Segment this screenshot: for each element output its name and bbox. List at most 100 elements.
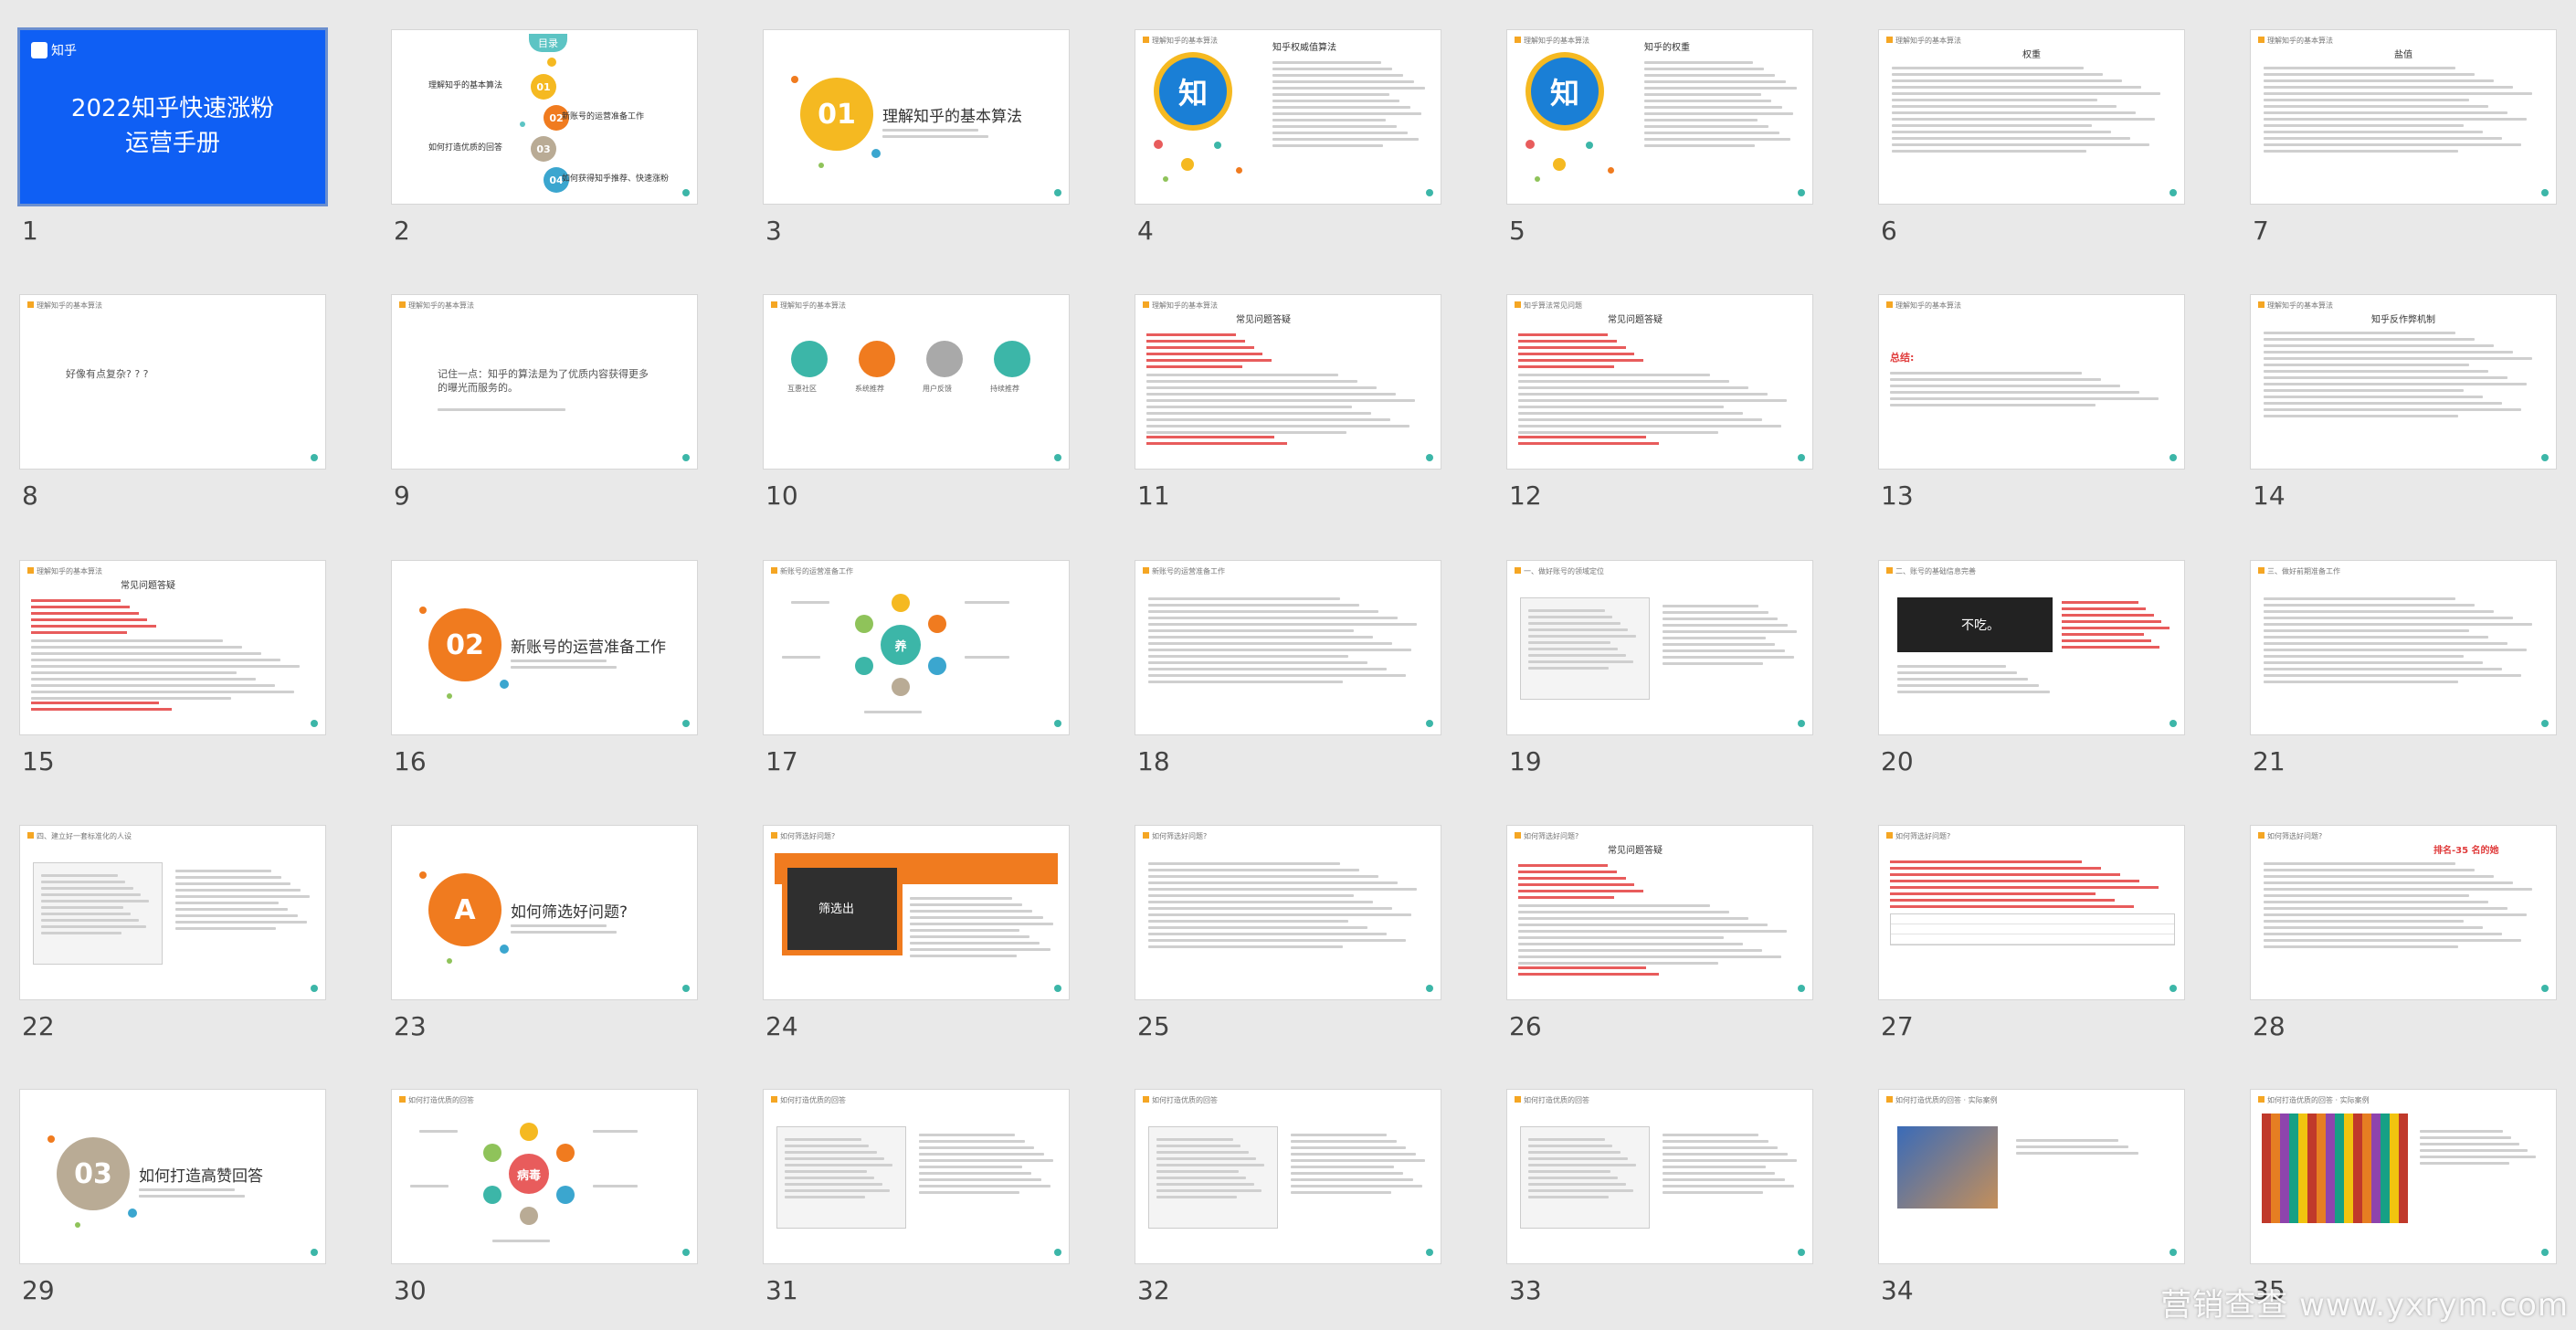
slide-preview[interactable]: 知乎 2022知乎快速涨粉运营手册 [20, 30, 325, 204]
slide-preview[interactable]: 二、账号的基础信息完善 不吃。 [1879, 561, 2184, 734]
slide-header: 如何打造优质的回答 [1143, 1095, 1218, 1105]
slide-number: 21 [2253, 746, 2286, 776]
slide-thumbnail-5[interactable]: 理解知乎的基本算法知 知乎的权重 5 [1507, 30, 1812, 254]
text-lines [2062, 597, 2171, 652]
slide-preview[interactable]: 如何筛选好问题? 筛选出 [764, 826, 1069, 999]
slide-thumbnail-16[interactable]: 02 新账号的运营准备工作 16 [392, 561, 697, 785]
slide-preview[interactable]: 如何筛选好问题? 常见问题答疑 [1507, 826, 1812, 999]
slide-preview[interactable]: 03 如何打造高赞回答 [20, 1090, 325, 1263]
slide-preview[interactable]: 理解知乎的基本算法 总结: [1879, 295, 2184, 469]
decor-dot [1553, 158, 1566, 171]
slide-header: 二、账号的基础信息完善 [1886, 566, 1976, 576]
slide-header: 知乎算法常见问题 [1515, 301, 1582, 311]
slide-thumbnail-15[interactable]: 理解知乎的基本算法 常见问题答疑 15 [20, 561, 325, 785]
slide-header: 如何筛选好问题? [1515, 831, 1578, 841]
slide-thumbnail-26[interactable]: 如何筛选好问题? 常见问题答疑 26 [1507, 826, 1812, 1050]
slide-thumbnail-22[interactable]: 四、建立好一套标准化的人设 22 [20, 826, 325, 1050]
slide-thumbnail-23[interactable]: A 如何筛选好问题? 23 [392, 826, 697, 1050]
slide-preview[interactable]: 三、做好前期准备工作 [2251, 561, 2556, 734]
slide-preview[interactable]: 理解知乎的基本算法 常见问题答疑 [1135, 295, 1441, 469]
slide-preview[interactable]: 如何打造优质的回答 · 实际案例 [1879, 1090, 2184, 1263]
slide-preview[interactable]: 目录 01 理解知乎的基本算法 02 新账号的运营准备工作 03 如何打造优质的回答 04 如何… [392, 30, 697, 204]
section-badge: A [428, 873, 501, 946]
slide-thumbnail-28[interactable]: 如何筛选好问题? 排名-35 名的她 28 [2251, 826, 2556, 1050]
slide-thumbnail-8[interactable]: 理解知乎的基本算法 好像有点复杂? ? ? 8 [20, 295, 325, 519]
slide-number: 28 [2253, 1011, 2286, 1041]
text-lines [31, 636, 305, 703]
slide-thumbnail-21[interactable]: 三、做好前期准备工作 21 [2251, 561, 2556, 785]
screenshot-image [776, 1126, 906, 1229]
slide-thumbnail-17[interactable]: 新账号的运营准备工作养 17 [764, 561, 1069, 785]
slide-preview[interactable]: 理解知乎的基本算法 好像有点复杂? ? ? [20, 295, 325, 469]
slide-preview[interactable]: 新账号的运营准备工作 [1135, 561, 1441, 734]
slide-preview[interactable]: 知乎算法常见问题 常见问题答疑 [1507, 295, 1812, 469]
slide-thumbnail-18[interactable]: 新账号的运营准备工作 18 [1135, 561, 1441, 785]
slide-preview[interactable]: A 如何筛选好问题? [392, 826, 697, 999]
cycle-center: 养 [881, 625, 921, 665]
slide-preview[interactable]: 一、做好账号的领域定位 [1507, 561, 1812, 734]
text-lines [2016, 1135, 2162, 1158]
slide-preview[interactable]: 理解知乎的基本算法 常见问题答疑 [20, 561, 325, 734]
text-lines [1644, 58, 1800, 151]
slide-preview[interactable]: 理解知乎的基本算法知 知乎权威值算法 [1135, 30, 1441, 204]
text-lines [2264, 63, 2538, 156]
text-lines [965, 652, 1029, 662]
slide-preview[interactable]: 01 理解知乎的基本算法 [764, 30, 1069, 204]
slide-thumbnail-4[interactable]: 理解知乎的基本算法知 知乎权威值算法 4 [1135, 30, 1441, 254]
slide-thumbnail-27[interactable]: 如何筛选好问题? 27 [1879, 826, 2184, 1050]
slide-thumbnail-32[interactable]: 如何打造优质的回答 32 [1135, 1090, 1441, 1314]
decor-dot [75, 1222, 80, 1228]
monitor-icon: 筛选出 [782, 862, 903, 955]
slide-preview[interactable]: 02 新账号的运营准备工作 [392, 561, 697, 734]
slide-preview[interactable]: 如何打造优质的回答 病毒 [392, 1090, 697, 1263]
slide-preview[interactable]: 新账号的运营准备工作养 [764, 561, 1069, 734]
slide-thumbnail-3[interactable]: 01 理解知乎的基本算法 3 [764, 30, 1069, 254]
slide-preview[interactable]: 如何筛选好问题? [1879, 826, 2184, 999]
slide-thumbnail-31[interactable]: 如何打造优质的回答 31 [764, 1090, 1069, 1314]
text-lines [511, 921, 648, 937]
slide-title: 常见问题答疑 [121, 581, 175, 591]
slide-preview[interactable]: 理解知乎的基本算法知 知乎的权重 [1507, 30, 1812, 204]
slide-preview[interactable]: 如何打造优质的回答 [1135, 1090, 1441, 1263]
slide-thumbnail-11[interactable]: 理解知乎的基本算法 常见问题答疑 11 [1135, 295, 1441, 519]
slide-thumbnail-12[interactable]: 知乎算法常见问题 常见问题答疑 12 [1507, 295, 1812, 519]
slide-thumbnail-19[interactable]: 一、做好账号的领域定位 19 [1507, 561, 1812, 785]
slide-thumbnail-1[interactable]: 知乎 2022知乎快速涨粉运营手册 1 [20, 30, 325, 254]
slide-preview[interactable]: 理解知乎的基本算法 权重 [1879, 30, 2184, 204]
slide-preview[interactable]: 如何打造优质的回答 · 实际案例 [2251, 1090, 2556, 1263]
slide-thumbnail-30[interactable]: 如何打造优质的回答 病毒 30 [392, 1090, 697, 1314]
slide-preview[interactable]: 如何打造优质的回答 [764, 1090, 1069, 1263]
slide-thumbnail-34[interactable]: 如何打造优质的回答 · 实际案例 34 [1879, 1090, 2184, 1314]
slide-thumbnail-2[interactable]: 目录 01 理解知乎的基本算法 02 新账号的运营准备工作 03 如何打造优质的回答 04 如何… [392, 30, 697, 254]
section-badge: 01 [800, 78, 873, 151]
slide-thumbnail-25[interactable]: 如何筛选好问题? 25 [1135, 826, 1441, 1050]
slide-thumbnail-9[interactable]: 理解知乎的基本算法 记住一点：知乎的算法是为了优质内容获得更多的曝光而服务的。 9 [392, 295, 697, 519]
slide-preview[interactable]: 如何筛选好问题? 排名-35 名的她 [2251, 826, 2556, 999]
cover-title: 2022知乎快速涨粉运营手册 [70, 95, 275, 157]
slide-thumbnail-6[interactable]: 理解知乎的基本算法 权重 6 [1879, 30, 2184, 254]
slide-thumbnail-7[interactable]: 理解知乎的基本算法 盐值 7 [2251, 30, 2556, 254]
zhi-circle-icon: 知 [1531, 58, 1599, 125]
text-lines [965, 597, 1029, 607]
slide-thumbnail-24[interactable]: 如何筛选好问题? 筛选出 24 [764, 826, 1069, 1050]
decor-dot [871, 149, 881, 158]
slide-preview[interactable]: 理解知乎的基本算法 互惠社区 系统推荐 用户反馈 持续推荐 [764, 295, 1069, 469]
slide-thumbnail-20[interactable]: 二、账号的基础信息完善 不吃。 20 [1879, 561, 2184, 785]
zhihu-corner-icon [311, 985, 318, 992]
slide-preview[interactable]: 四、建立好一套标准化的人设 [20, 826, 325, 999]
slide-preview[interactable]: 理解知乎的基本算法 记住一点：知乎的算法是为了优质内容获得更多的曝光而服务的。 [392, 295, 697, 469]
slide-preview[interactable]: 如何打造优质的回答 [1507, 1090, 1812, 1263]
text-lines [1148, 859, 1422, 952]
slide-thumbnail-29[interactable]: 03 如何打造高赞回答 29 [20, 1090, 325, 1314]
slide-thumbnail-33[interactable]: 如何打造优质的回答 33 [1507, 1090, 1812, 1314]
slide-thumbnail-14[interactable]: 理解知乎的基本算法 知乎反作弊机制 14 [2251, 295, 2556, 519]
toc-item: 如何打造优质的回答 [428, 143, 503, 153]
slide-preview[interactable]: 如何筛选好问题? [1135, 826, 1441, 999]
slide-thumbnail-10[interactable]: 理解知乎的基本算法 互惠社区 系统推荐 用户反馈 持续推荐 10 [764, 295, 1069, 519]
slide-preview[interactable]: 理解知乎的基本算法 盐值 [2251, 30, 2556, 204]
zhihu-corner-icon [311, 720, 318, 727]
text-lines [2264, 859, 2538, 952]
slide-preview[interactable]: 理解知乎的基本算法 知乎反作弊机制 [2251, 295, 2556, 469]
zhihu-corner-icon [1054, 1249, 1061, 1256]
slide-thumbnail-13[interactable]: 理解知乎的基本算法 总结: 13 [1879, 295, 2184, 519]
